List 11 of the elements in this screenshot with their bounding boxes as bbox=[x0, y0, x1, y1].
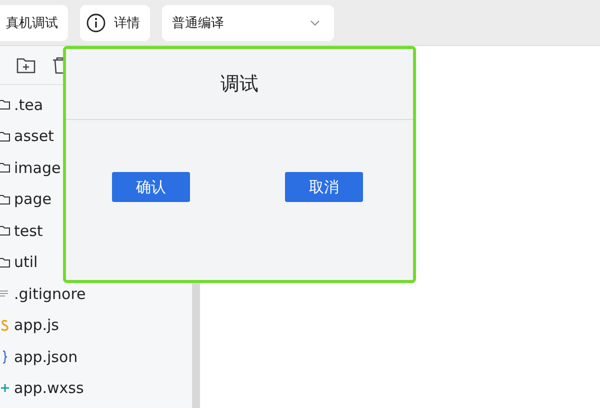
file-name: app.json bbox=[14, 348, 78, 366]
file-name: app.wxss bbox=[14, 379, 84, 398]
file-name: image bbox=[14, 158, 61, 177]
file-name: .tea bbox=[14, 96, 44, 114]
file-name: .gitignore bbox=[14, 284, 86, 303]
file-name: page bbox=[14, 190, 52, 208]
dialog-title: 调试 bbox=[66, 49, 413, 120]
file-name: asset bbox=[14, 127, 54, 146]
file-name: app.js bbox=[14, 316, 59, 334]
file-name: util bbox=[14, 253, 38, 272]
file-name: test bbox=[14, 222, 43, 240]
